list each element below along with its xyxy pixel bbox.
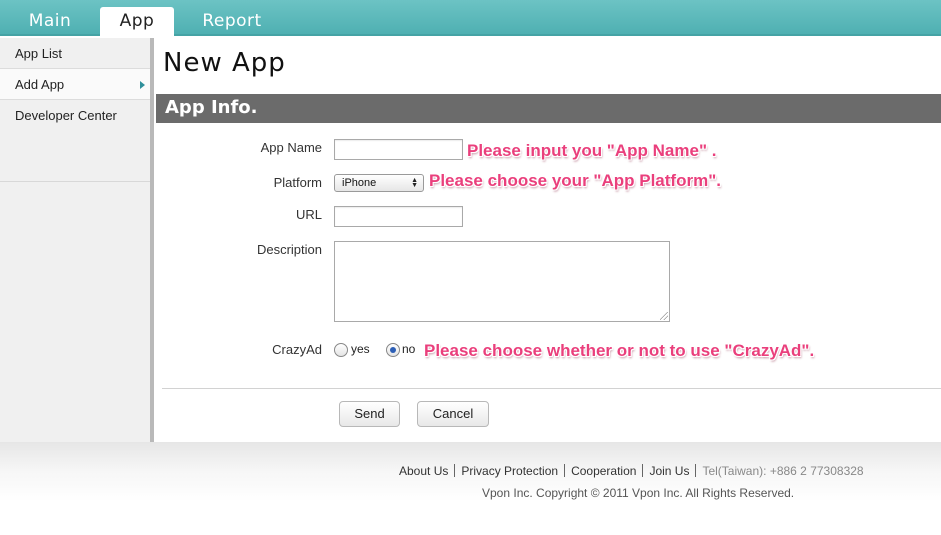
page-title: New App [163, 48, 286, 78]
platform-select[interactable]: iPhone ▲ ▼ [334, 174, 424, 192]
crazyad-no-radio[interactable] [386, 343, 400, 357]
sidebar: App List Add App Developer Center [0, 38, 150, 442]
crazyad-yes-radio[interactable] [334, 343, 348, 357]
crazyad-hint: Please choose whether or not to use "Cra… [424, 341, 815, 360]
app-name-hint: Please input you "App Name" . [467, 141, 717, 160]
sidebar-divider [0, 181, 150, 182]
sidebar-item-app-list[interactable]: App List [0, 38, 150, 69]
sidebar-item-developer-center[interactable]: Developer Center [0, 100, 150, 131]
crazyad-yes-label: yes [351, 342, 370, 356]
footer-link-about-us[interactable]: About Us [399, 464, 448, 478]
footer-link-privacy[interactable]: Privacy Protection [461, 464, 558, 478]
section-title: App Info. [165, 97, 258, 118]
top-nav-bar: Main App Report [0, 0, 941, 36]
url-input[interactable] [334, 206, 463, 227]
tab-main[interactable]: Main [0, 7, 100, 36]
footer-separator [642, 464, 644, 477]
footer-links: About Us Privacy Protection Cooperation Joi… [399, 464, 864, 478]
footer-separator [564, 464, 566, 477]
footer-separator [695, 464, 697, 477]
crazyad-label: CrazyAd [272, 342, 322, 357]
resize-handle-icon[interactable] [660, 312, 668, 320]
footer-tel: Tel(Taiwan): +886 2 77308328 [702, 464, 864, 478]
tab-report[interactable]: Report [186, 7, 278, 36]
sidebar-border [150, 38, 154, 442]
footer-link-cooperation[interactable]: Cooperation [571, 464, 636, 478]
footer-link-join-us[interactable]: Join Us [649, 464, 689, 478]
send-button[interactable]: Send [339, 401, 400, 427]
sidebar-item-label: Add App [15, 77, 65, 92]
form-divider [162, 388, 941, 389]
tab-app[interactable]: App [100, 7, 174, 36]
description-textarea[interactable] [334, 241, 670, 322]
chevron-right-icon [140, 81, 145, 89]
app-name-input[interactable] [334, 139, 463, 160]
platform-label: Platform [273, 175, 322, 190]
select-arrows-icon: ▲ ▼ [411, 177, 418, 189]
footer [0, 442, 941, 535]
url-label: URL [295, 207, 322, 222]
footer-separator [454, 464, 456, 477]
platform-hint: Please choose your "App Platform". [429, 171, 721, 190]
sidebar-item-add-app[interactable]: Add App [0, 69, 150, 100]
footer-copyright: Vpon Inc. Copyright © 2011 Vpon Inc. All… [482, 486, 795, 500]
cancel-button[interactable]: Cancel [417, 401, 489, 427]
platform-selected-value: iPhone [342, 177, 377, 189]
crazyad-no-label: no [402, 342, 416, 356]
app-name-label: App Name [260, 140, 322, 155]
sidebar-item-label: App List [15, 46, 62, 61]
description-label: Description [256, 242, 322, 257]
sidebar-item-label: Developer Center [15, 108, 117, 123]
section-header: App Info. [156, 94, 941, 123]
